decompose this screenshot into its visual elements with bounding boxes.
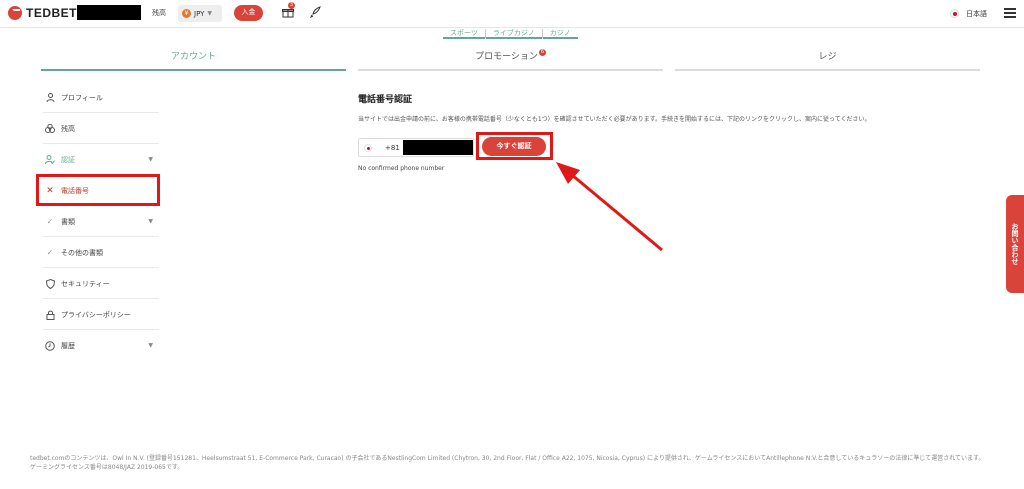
hamburger-menu-icon[interactable] bbox=[1004, 8, 1016, 18]
sidebar-item-label: セキュリティー bbox=[61, 279, 110, 288]
annotation-highlight-phone bbox=[36, 174, 160, 206]
page: TEDBET 残高 ¥ JPY ▼ 入金 3 日本語 スポーツ ライブカジノ カ… bbox=[0, 0, 1024, 489]
chevron-down-icon: ▼ bbox=[148, 218, 153, 225]
chevron-down-icon: ▼ bbox=[148, 342, 153, 349]
shield-icon bbox=[45, 278, 55, 289]
gift-badge: 3 bbox=[288, 2, 295, 9]
phone-number-field[interactable]: +81 bbox=[358, 138, 474, 157]
sidebar-item-label: プロフィール bbox=[61, 93, 103, 102]
page-title: 電話番号認証 bbox=[358, 95, 413, 105]
sidebar-item-label: 残高 bbox=[61, 124, 75, 133]
subnav-casino[interactable]: カジノ bbox=[542, 28, 578, 39]
logo[interactable]: TEDBET bbox=[8, 6, 77, 20]
promotion-badge: 6 bbox=[538, 49, 546, 56]
sidebar-item-label: 書類 bbox=[61, 217, 75, 226]
sidebar-item-label: 認証 bbox=[61, 155, 75, 164]
currency-label: JPY bbox=[194, 9, 205, 18]
verify-now-button[interactable]: 今すぐ認証 bbox=[482, 137, 546, 156]
tab-account-label: アカウント bbox=[170, 52, 216, 62]
sidebar-item-history[interactable]: 履歴 ▼ bbox=[43, 331, 159, 361]
redacted-username bbox=[77, 5, 141, 20]
subnav-live-casino[interactable]: ライブカジノ bbox=[485, 28, 542, 39]
tab-account[interactable]: アカウント bbox=[41, 49, 346, 71]
lock-icon bbox=[45, 310, 55, 320]
clock-icon bbox=[45, 341, 55, 351]
sidebar-item-privacy-policy[interactable]: プライバシーポリシー bbox=[43, 300, 159, 330]
contact-us-tab[interactable]: お問い合わせ bbox=[1006, 195, 1024, 293]
chevron-down-icon: ▼ bbox=[207, 10, 213, 17]
sidebar-item-profile[interactable]: プロフィール bbox=[43, 83, 159, 113]
subnav-sports[interactable]: スポーツ bbox=[443, 28, 485, 39]
phone-country-code: +81 bbox=[385, 143, 400, 152]
check-icon: ✓ bbox=[46, 217, 54, 226]
footer-legal-text: tedbet.comのコンテンツは、Owl In N.V. (登録番号15128… bbox=[30, 455, 985, 471]
sub-navigation: スポーツ ライブカジノ カジノ bbox=[443, 28, 578, 39]
redacted-phone-number bbox=[402, 140, 473, 155]
tab-promotion[interactable]: プロモーション 6 bbox=[358, 49, 663, 71]
chevron-down-icon: ▼ bbox=[148, 156, 153, 163]
japan-flag-icon[interactable] bbox=[950, 9, 959, 18]
japan-flag-icon bbox=[364, 143, 372, 152]
annotation-arrow-line bbox=[565, 168, 663, 252]
user-check-icon bbox=[45, 155, 55, 165]
sidebar-item-security[interactable]: セキュリティー bbox=[43, 269, 159, 299]
deposit-button[interactable]: 入金 bbox=[234, 5, 263, 21]
logo-icon bbox=[8, 6, 22, 20]
coins-icon bbox=[45, 124, 55, 134]
sidebar-item-verification[interactable]: 認証 ▼ bbox=[43, 145, 159, 175]
logo-text: TEDBET bbox=[26, 6, 77, 20]
phone-status-text: No confirmed phone number bbox=[358, 165, 445, 172]
sidebar-item-balance[interactable]: 残高 bbox=[43, 114, 159, 144]
currency-coin-icon: ¥ bbox=[182, 9, 191, 18]
tab-promotion-label: プロモーション bbox=[475, 52, 538, 62]
language-selector[interactable]: 日本語 bbox=[966, 9, 987, 19]
sidebar-item-label: 履歴 bbox=[61, 342, 75, 350]
user-icon bbox=[45, 93, 55, 103]
sidebar-item-label: プライバシーポリシー bbox=[61, 310, 131, 319]
balance-label: 残高 bbox=[152, 9, 166, 17]
sidebar-item-documents[interactable]: ✓ 書類 ▼ bbox=[43, 207, 159, 237]
rocket-icon[interactable] bbox=[309, 6, 321, 18]
tab-cashier[interactable]: レジ bbox=[675, 49, 980, 71]
tab-cashier-label: レジ bbox=[818, 52, 837, 62]
sidebar-item-label: その他の書類 bbox=[61, 248, 103, 257]
page-description: 当サイトでは出金申請の前に、お客様の携帯電話番号（少なくとも1つ）を確認させてい… bbox=[358, 116, 871, 123]
annotation-arrow-head bbox=[556, 162, 580, 184]
currency-selector[interactable]: ¥ JPY ▼ bbox=[178, 5, 222, 22]
top-bar: TEDBET 残高 ¥ JPY ▼ 入金 3 日本語 bbox=[0, 0, 1024, 28]
sidebar-item-other-documents[interactable]: ✓ その他の書類 bbox=[43, 238, 159, 268]
check-icon: ✓ bbox=[46, 248, 54, 257]
